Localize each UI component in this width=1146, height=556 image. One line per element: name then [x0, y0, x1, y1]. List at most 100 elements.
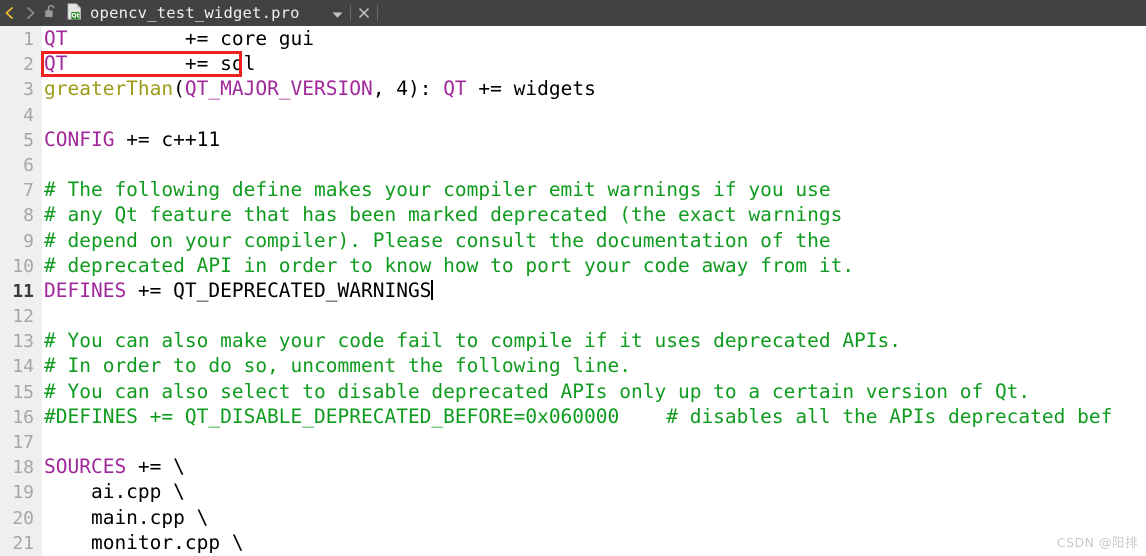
chevron-down-icon — [332, 4, 343, 23]
line-number: 17 — [12, 432, 34, 453]
code-token: DEFINES — [44, 278, 127, 302]
code-line[interactable]: 20 main.cpp \ — [0, 505, 1146, 530]
line-content[interactable]: # You can also select to disable depreca… — [44, 379, 1030, 404]
line-number: 13 — [12, 331, 34, 353]
code-line[interactable]: 9 # depend on your compiler). Please cons… — [0, 228, 1146, 253]
code-token: # You can also select to disable depreca… — [44, 379, 1031, 403]
code-token: QT_MAJOR_VERSION — [184, 77, 373, 101]
line-number: 4 — [23, 104, 34, 126]
code-line[interactable]: 18 SOURCES += \ — [0, 454, 1146, 479]
line-number: 18 — [12, 457, 34, 479]
tab-dropdown-button[interactable] — [326, 0, 350, 26]
code-token: #DEFINES += QT_DISABLE_DEPRECATED_BEFORE… — [44, 404, 1113, 428]
code-line[interactable]: 6 — [0, 152, 1146, 177]
code-editor[interactable]: 1 QT += core gui 2 QT += sql 3 greaterThan(QT… — [0, 26, 1146, 556]
line-content[interactable]: ai.cpp \ — [44, 479, 185, 504]
line-number: 16 — [12, 406, 34, 428]
code-line[interactable]: 5 CONFIG += c++11 — [0, 127, 1146, 152]
line-number: 9 — [23, 230, 34, 252]
line-number: 20 — [12, 507, 34, 529]
code-token: += widgets — [466, 77, 596, 101]
code-token: += sql — [67, 52, 256, 76]
line-content[interactable]: # deprecated API in order to know how to… — [44, 253, 854, 278]
code-token: # deprecated API in order to know how to… — [44, 253, 855, 277]
line-number: 15 — [12, 381, 34, 403]
code-token: += QT_DEPRECATED_WARNINGS — [126, 278, 432, 302]
line-number: 10 — [12, 255, 34, 277]
code-token: # You can also make your code fail to co… — [44, 329, 902, 353]
line-content[interactable]: CONFIG += c++11 — [44, 127, 220, 152]
code-line[interactable]: 16 #DEFINES += QT_DISABLE_DEPRECATED_BEFO… — [0, 404, 1146, 429]
line-number: 14 — [12, 356, 34, 378]
line-content[interactable]: QT += sql — [44, 51, 255, 76]
line-number: 12 — [12, 306, 34, 328]
tab-title[interactable]: opencv_test_widget.pro — [90, 4, 300, 22]
code-line[interactable]: 15 # You can also select to disable depre… — [0, 379, 1146, 404]
editor-tab-bar: Qt opencv_test_widget.pro — [0, 0, 1146, 26]
code-line[interactable]: 10 # deprecated API in order to know how … — [0, 253, 1146, 278]
svg-text:Qt: Qt — [71, 12, 79, 19]
line-content[interactable]: # The following define makes your compil… — [44, 177, 831, 202]
code-token: ai.cpp \ — [44, 480, 185, 504]
line-content[interactable]: # any Qt feature that has been marked de… — [44, 202, 842, 227]
lock-toggle-button[interactable] — [40, 0, 62, 26]
line-content[interactable]: # You can also make your code fail to co… — [44, 328, 901, 353]
line-content[interactable]: main.cpp \ — [44, 505, 208, 530]
close-tab-button[interactable] — [351, 0, 377, 26]
line-number: 6 — [23, 154, 34, 176]
close-icon — [358, 4, 370, 23]
line-number: 11 — [12, 280, 34, 302]
code-line[interactable]: 1 QT += core gui — [0, 26, 1146, 51]
code-token: ( — [173, 77, 185, 101]
line-number: 19 — [12, 482, 34, 504]
chevron-left-icon — [4, 6, 16, 20]
code-token: , 4): — [372, 77, 444, 101]
code-line[interactable]: 21 monitor.cpp \ — [0, 530, 1146, 555]
code-token: main.cpp \ — [44, 505, 209, 529]
watermark: CSDN @阳排 — [1056, 535, 1138, 550]
line-number: 3 — [23, 79, 34, 101]
line-content[interactable]: # In order to do so, uncomment the follo… — [44, 353, 631, 378]
file-type-icon-wrapper: Qt — [64, 0, 84, 26]
line-content[interactable]: DEFINES += QT_DEPRECATED_WARNINGS — [44, 278, 433, 303]
line-content[interactable]: SOURCES += \ — [44, 454, 185, 479]
text-cursor — [431, 279, 433, 300]
code-line[interactable]: 14 # In order to do so, uncomment the fol… — [0, 353, 1146, 378]
code-line[interactable]: 7 # The following define makes your compi… — [0, 177, 1146, 202]
code-line[interactable]: 8 # any Qt feature that has been marked d… — [0, 202, 1146, 227]
forward-button[interactable] — [20, 0, 40, 26]
line-content[interactable]: greaterThan(QT_MAJOR_VERSION, 4): QT += … — [44, 76, 596, 101]
code-line[interactable]: 4 — [0, 102, 1146, 127]
code-token: CONFIG — [44, 127, 115, 151]
qt-project-file-icon: Qt — [67, 2, 82, 24]
code-line[interactable]: 17 — [0, 429, 1146, 454]
code-token: QT — [443, 77, 467, 101]
code-token: greaterThan — [44, 77, 174, 101]
code-token: QT — [44, 27, 68, 50]
code-line[interactable]: 2 QT += sql — [0, 51, 1146, 76]
code-token: # The following define makes your compil… — [44, 178, 831, 202]
code-token: # depend on your compiler). Please consu… — [44, 228, 831, 252]
code-line[interactable]: 12 — [0, 303, 1146, 328]
line-number: 21 — [12, 532, 34, 554]
line-number: 7 — [23, 180, 34, 202]
back-button[interactable] — [0, 0, 20, 26]
code-text-area[interactable]: 1 QT += core gui 2 QT += sql 3 greaterThan(QT… — [0, 26, 1146, 556]
toolbar-separator-right — [376, 5, 378, 21]
code-token: # In order to do so, uncomment the follo… — [44, 354, 631, 378]
line-content[interactable]: monitor.cpp \ — [44, 530, 244, 555]
code-token: QT — [44, 52, 68, 76]
line-number: 2 — [23, 54, 34, 76]
line-content[interactable]: QT += core gui — [44, 26, 314, 51]
code-line[interactable]: 11 DEFINES += QT_DEPRECATED_WARNINGS — [0, 278, 1146, 303]
chevron-right-icon — [24, 6, 36, 20]
line-number: 8 — [23, 205, 34, 227]
code-token: += c++11 — [114, 127, 221, 151]
code-line[interactable]: 19 ai.cpp \ — [0, 479, 1146, 504]
line-content[interactable]: # depend on your compiler). Please consu… — [44, 228, 831, 253]
code-token: += core gui — [67, 27, 315, 50]
code-line[interactable]: 13 # You can also make your code fail to … — [0, 328, 1146, 353]
code-line[interactable]: 3 greaterThan(QT_MAJOR_VERSION, 4): QT +=… — [0, 76, 1146, 101]
line-content[interactable]: #DEFINES += QT_DISABLE_DEPRECATED_BEFORE… — [44, 404, 1112, 429]
line-number: 1 — [23, 29, 34, 50]
